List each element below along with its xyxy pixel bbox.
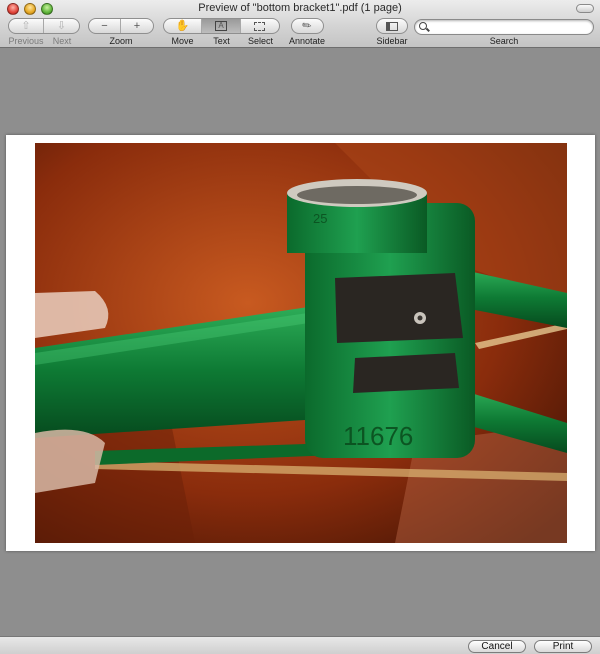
hand-icon: ✋ <box>175 19 190 32</box>
marquee-select-icon <box>254 21 266 31</box>
previous-label: Previous <box>8 36 44 46</box>
text-tool-button[interactable]: A <box>202 19 241 33</box>
frame-stamp-number: 11676 <box>343 421 413 451</box>
select-tool-button[interactable] <box>241 19 279 33</box>
preview-window: Preview of "bottom bracket1".pdf (1 page… <box>0 0 600 654</box>
pencil-icon: ✎ <box>299 18 315 34</box>
sidebar-group <box>376 18 408 34</box>
select-label: Select <box>247 36 273 46</box>
nav-group: ⇧ ⇩ <box>8 18 80 34</box>
arrow-down-icon: ⇩ <box>56 19 67 32</box>
search-icon <box>419 22 427 30</box>
next-button[interactable]: ⇩ <box>44 19 79 33</box>
zoom-label: Zoom <box>109 36 133 46</box>
search-input[interactable] <box>431 21 589 33</box>
print-sheet-footer: Cancel Print <box>0 636 600 654</box>
frame-stamp-small: 25 <box>313 211 327 226</box>
arrow-up-icon: ⇧ <box>21 19 31 32</box>
pdf-page[interactable]: 11676 25 <box>6 135 595 551</box>
annotate-button[interactable]: ✎ <box>292 19 323 33</box>
zoom-in-button[interactable]: + <box>121 19 153 33</box>
sidebar-button[interactable] <box>377 19 407 33</box>
zoom-group: − + <box>88 18 154 34</box>
sidebar-icon <box>386 21 398 31</box>
tool-mode-group: ✋ A <box>163 18 280 34</box>
bicycle-bottom-bracket-photo: 11676 25 <box>35 143 567 543</box>
sidebar-label: Sidebar <box>376 36 408 46</box>
cancel-button[interactable]: Cancel <box>468 640 526 653</box>
zoom-out-button[interactable]: − <box>89 19 122 33</box>
window-title: Preview of "bottom bracket1".pdf (1 page… <box>198 2 402 14</box>
next-label: Next <box>52 36 72 46</box>
search-field[interactable] <box>414 19 594 35</box>
text-label: Text <box>213 36 230 46</box>
annotate-label: Annotate <box>288 36 326 46</box>
annotate-group: ✎ <box>291 18 324 34</box>
toolbar: Preview of "bottom bracket1".pdf (1 page… <box>0 0 600 48</box>
toolbar-toggle-button[interactable] <box>576 4 594 13</box>
search-label: Search <box>489 36 519 46</box>
text-cursor-icon: A <box>215 21 227 31</box>
move-tool-button[interactable]: ✋ <box>164 19 203 33</box>
move-label: Move <box>171 36 194 46</box>
plus-icon: + <box>133 19 141 32</box>
minus-icon: − <box>101 19 108 32</box>
photo-drawing: 11676 25 <box>35 143 567 543</box>
previous-button[interactable]: ⇧ <box>9 19 45 33</box>
print-button[interactable]: Print <box>534 640 592 653</box>
